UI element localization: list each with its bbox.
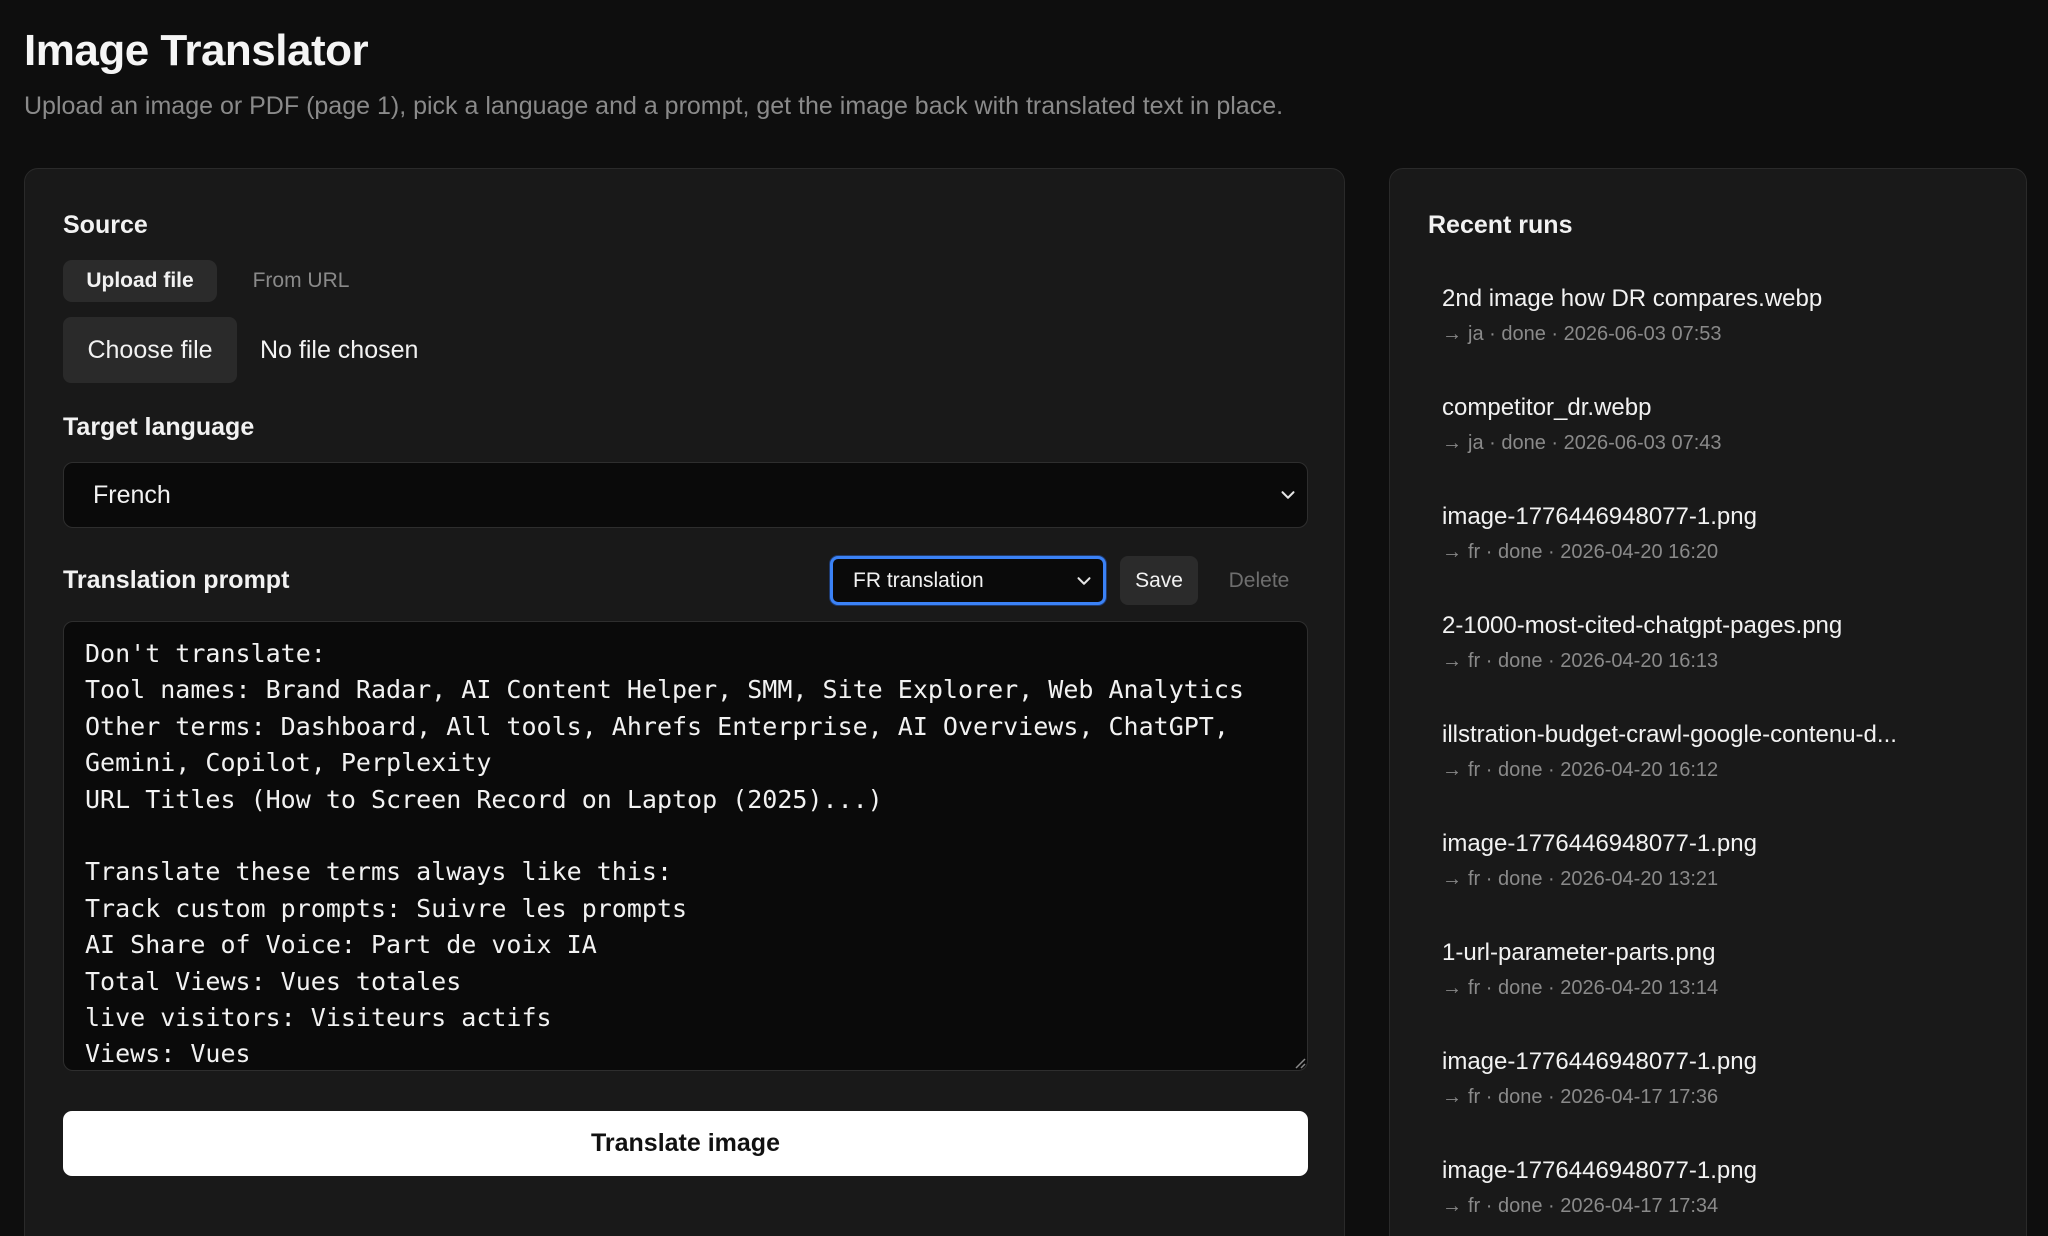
run-meta-text: fr · done · 2026-04-20 16:20 — [1468, 541, 1719, 563]
choose-file-button[interactable]: Choose file — [63, 317, 237, 383]
run-meta-text: fr · done · 2026-04-17 17:36 — [1468, 1086, 1719, 1108]
list-item[interactable]: 2nd image how DR compares.webp → ja · done… — [1442, 285, 2002, 346]
arrow-right-icon: → — [1442, 323, 1462, 345]
run-meta-text: ja · done · 2026-06-03 07:43 — [1468, 432, 1722, 454]
list-item[interactable]: 1-url-parameter-parts.png → fr · done · 20… — [1442, 939, 2002, 1000]
page: Image Translator Upload an image or PDF … — [0, 0, 2048, 1236]
run-meta: → fr · done · 2026-04-17 17:36 — [1442, 1086, 2002, 1109]
list-item[interactable]: image-1776446948077-1.png → fr · done · 20… — [1442, 1157, 2002, 1218]
run-meta: → fr · done · 2026-04-20 16:13 — [1442, 650, 2002, 673]
file-input: Choose file No file chosen — [63, 317, 418, 383]
list-item[interactable]: image-1776446948077-1.png → fr · done · 20… — [1442, 1048, 2002, 1109]
chevron-down-icon — [1077, 576, 1091, 585]
tab-upload-file[interactable]: Upload file — [63, 260, 217, 302]
list-item[interactable]: image-1776446948077-1.png → fr · done · 20… — [1442, 503, 2002, 564]
file-status: No file chosen — [260, 335, 419, 364]
run-meta: → ja · done · 2026-06-03 07:43 — [1442, 432, 2002, 455]
run-meta-text: fr · done · 2026-04-20 13:14 — [1468, 977, 1719, 999]
resize-grip-icon[interactable] — [1292, 1055, 1306, 1069]
run-file-name: 2-1000-most-cited-chatgpt-pages.png — [1442, 612, 1843, 639]
run-meta: → fr · done · 2026-04-20 16:20 — [1442, 541, 2002, 564]
run-meta-text: fr · done · 2026-04-17 17:34 — [1468, 1195, 1719, 1217]
arrow-right-icon: → — [1442, 1086, 1462, 1108]
list-item[interactable]: image-1776446948077-1.png → fr · done · 20… — [1442, 830, 2002, 891]
recent-runs-label: Recent runs — [1428, 211, 1573, 239]
translator-panel: Source Upload file From URL Choose file … — [24, 168, 1345, 1236]
run-meta-text: ja · done · 2026-06-03 07:53 — [1468, 323, 1722, 345]
run-meta-text: fr · done · 2026-04-20 16:13 — [1468, 650, 1719, 672]
run-meta: → ja · done · 2026-06-03 07:53 — [1442, 323, 2002, 346]
source-label: Source — [63, 211, 148, 239]
chevron-down-icon — [1281, 491, 1295, 499]
run-file-name: image-1776446948077-1.png — [1442, 1048, 1757, 1075]
arrow-right-icon: → — [1442, 977, 1462, 999]
save-prompt-button[interactable]: Save — [1120, 556, 1198, 605]
run-file-name: 2nd image how DR compares.webp — [1442, 285, 1823, 312]
run-meta: → fr · done · 2026-04-17 17:34 — [1442, 1195, 2002, 1218]
recent-runs-panel: Recent runs 2nd image how DR compares.we… — [1389, 168, 2027, 1236]
run-file-name: 1-url-parameter-parts.png — [1442, 939, 1716, 966]
run-meta-text: fr · done · 2026-04-20 13:21 — [1468, 868, 1719, 890]
run-file-name: illstration-budget-crawl-google-contenu-… — [1442, 721, 1897, 748]
arrow-right-icon: → — [1442, 541, 1462, 563]
arrow-right-icon: → — [1442, 650, 1462, 672]
page-subtitle: Upload an image or PDF (page 1), pick a … — [24, 92, 1284, 120]
arrow-right-icon: → — [1442, 759, 1462, 781]
list-item[interactable]: 2-1000-most-cited-chatgpt-pages.png → fr ·… — [1442, 612, 2002, 673]
run-file-name: image-1776446948077-1.png — [1442, 830, 1757, 857]
tab-from-url[interactable]: From URL — [237, 260, 365, 302]
prompt-preset-select[interactable]: FR translation — [830, 556, 1106, 605]
prompt-preset-value: FR translation — [853, 568, 984, 592]
run-file-name: competitor_dr.webp — [1442, 394, 1652, 421]
arrow-right-icon: → — [1442, 1195, 1462, 1217]
translate-image-button[interactable]: Translate image — [63, 1111, 1308, 1176]
run-meta-text: fr · done · 2026-04-20 16:12 — [1468, 759, 1719, 781]
arrow-right-icon: → — [1442, 432, 1462, 454]
delete-prompt-button[interactable]: Delete — [1215, 556, 1303, 605]
target-language-value: French — [93, 480, 171, 509]
run-meta: → fr · done · 2026-04-20 13:21 — [1442, 868, 2002, 891]
page-title: Image Translator — [24, 26, 369, 75]
target-language-label: Target language — [63, 413, 255, 441]
run-file-name: image-1776446948077-1.png — [1442, 1157, 1757, 1184]
list-item[interactable]: illstration-budget-crawl-google-contenu-… — [1442, 721, 2002, 782]
translation-prompt-label: Translation prompt — [63, 566, 290, 594]
arrow-right-icon: → — [1442, 868, 1462, 890]
list-item[interactable]: competitor_dr.webp → ja · done · 2026-06-0… — [1442, 394, 2002, 455]
run-meta: → fr · done · 2026-04-20 16:12 — [1442, 759, 2002, 782]
translation-prompt-textarea[interactable]: Don't translate: Tool names: Brand Radar… — [63, 621, 1308, 1071]
target-language-select[interactable]: French — [63, 462, 1308, 528]
run-file-name: image-1776446948077-1.png — [1442, 503, 1757, 530]
run-meta: → fr · done · 2026-04-20 13:14 — [1442, 977, 2002, 1000]
